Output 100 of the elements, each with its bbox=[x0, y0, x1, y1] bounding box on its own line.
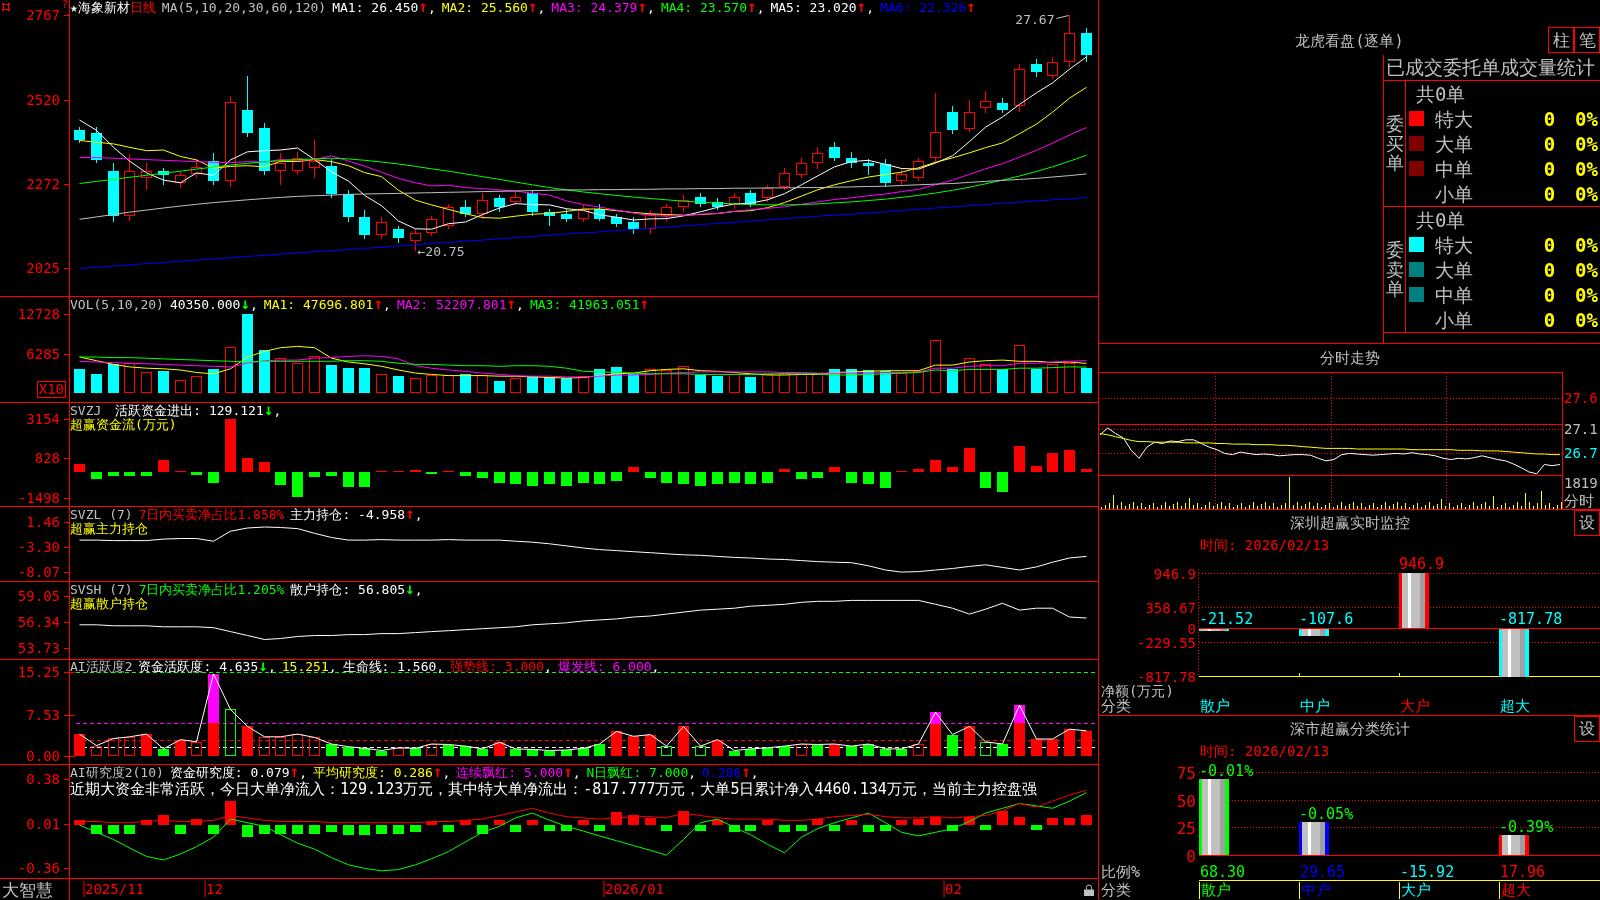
axis-label: 56.34 bbox=[17, 615, 60, 629]
stock-name: ★海象新材 bbox=[70, 1, 130, 15]
separator: , bbox=[651, 661, 660, 673]
candlestick bbox=[930, 92, 941, 164]
chart-mode-button[interactable]: 笔 bbox=[1574, 27, 1600, 53]
candlestick bbox=[74, 126, 85, 144]
candlestick bbox=[913, 157, 924, 182]
axis-title: 比例% bbox=[1100, 864, 1142, 880]
trend-arrow: ↑ bbox=[563, 765, 573, 779]
panel-title: 龙虎看盘(逐单) bbox=[1295, 33, 1404, 52]
axis-label: 358.67 bbox=[1145, 599, 1196, 616]
indicator-name: AI活跃度2 bbox=[70, 661, 133, 673]
axis-label: 2520 bbox=[26, 93, 60, 107]
legend-value: MA5: 23.020 bbox=[770, 1, 857, 15]
trend-arrow: ↑ bbox=[418, 0, 428, 14]
set-button[interactable]: 设 bbox=[1574, 716, 1600, 742]
axis-label: 7.53 bbox=[26, 708, 60, 722]
candlestick bbox=[124, 153, 135, 222]
indicator-name: SVSH (7) bbox=[70, 583, 133, 597]
brand-name: 大智慧 bbox=[2, 879, 53, 900]
candlestick bbox=[443, 203, 454, 230]
axis-label: 25 bbox=[1176, 818, 1196, 838]
candlestick bbox=[712, 197, 723, 211]
trend-arrow: ↑ bbox=[289, 765, 300, 779]
volume-scale-label: 1819 bbox=[1564, 476, 1599, 490]
category-label: 大户 bbox=[1399, 698, 1430, 715]
set-button[interactable]: 设 bbox=[1574, 510, 1600, 536]
value-label: 29.65 bbox=[1299, 864, 1346, 880]
candlestick bbox=[309, 139, 320, 179]
candlestick bbox=[91, 126, 102, 164]
axis-label: 0 bbox=[1187, 620, 1196, 637]
category-label: 超大 bbox=[1499, 881, 1531, 899]
axis-label: 828 bbox=[34, 451, 60, 465]
trend-arrow: ↓ bbox=[240, 297, 250, 311]
legend-value: 爆发线: 6.000 bbox=[557, 661, 652, 673]
legend-value: 7日内买卖净占比1.858% bbox=[138, 508, 285, 522]
leader-line bbox=[1056, 15, 1069, 19]
candlestick bbox=[947, 105, 958, 135]
group-label: 委买单 bbox=[1385, 113, 1404, 174]
candlestick bbox=[376, 216, 387, 240]
candlestick bbox=[812, 146, 823, 170]
candlestick bbox=[611, 213, 622, 228]
order-count: 0 bbox=[1543, 233, 1556, 256]
legend-value: 主力持仓: -4.958 bbox=[290, 508, 406, 522]
axis-label: 6285 bbox=[26, 347, 60, 361]
panel-title: 分时走势 bbox=[1319, 349, 1380, 367]
time-label: 时间: 2026/02/13 bbox=[1200, 743, 1330, 759]
axis-label: -817.78 bbox=[1137, 668, 1196, 684]
date-label: 12 bbox=[204, 881, 223, 897]
axis-label: 12728 bbox=[17, 307, 60, 321]
order-total: 共0单 bbox=[1416, 82, 1466, 105]
candlestick bbox=[544, 208, 555, 227]
change-label: -0.39% bbox=[1499, 818, 1554, 837]
separator: , bbox=[436, 661, 445, 673]
legend-value: MA1: 26.450 bbox=[332, 1, 419, 15]
candlestick bbox=[997, 97, 1008, 114]
legend-value: MA1: 47696.801 bbox=[263, 298, 374, 312]
candlestick bbox=[275, 152, 286, 186]
candlestick bbox=[661, 203, 672, 222]
legend-value: 0.286 bbox=[702, 766, 742, 780]
legend-value: MA2: 52207.801 bbox=[396, 298, 507, 312]
category-label: 散户 bbox=[1199, 881, 1231, 899]
lock-icon bbox=[1084, 883, 1094, 896]
volume-label: 分时 bbox=[1564, 493, 1595, 509]
separator: , bbox=[427, 1, 436, 15]
candlestick bbox=[426, 215, 437, 237]
separator: , bbox=[688, 766, 697, 780]
legend-value: MA6: 22.326 bbox=[880, 1, 967, 15]
axis-label: 26.7 bbox=[1564, 446, 1598, 460]
order-percent: 0% bbox=[1575, 182, 1598, 205]
legend-value: MA4: 23.570 bbox=[660, 1, 747, 15]
indicator-name: AI研究度2(10) bbox=[70, 766, 164, 780]
separator: , bbox=[756, 1, 765, 15]
order-percent: 0% bbox=[1575, 157, 1598, 180]
separator: , bbox=[866, 1, 874, 15]
candlestick bbox=[259, 122, 270, 176]
order-percent: 0% bbox=[1575, 132, 1598, 155]
chart-mode-button[interactable]: 柱 bbox=[1548, 27, 1574, 53]
order-count: 0 bbox=[1543, 107, 1556, 130]
order-count: 0 bbox=[1543, 308, 1556, 331]
trend-arrow: ↑ bbox=[639, 297, 650, 311]
legend-value: MA2: 25.560 bbox=[441, 1, 528, 15]
panel-title: 深圳超赢实时监控 bbox=[1289, 514, 1410, 532]
candlestick bbox=[460, 199, 471, 218]
legend-value: 连续飘红: 5.000 bbox=[456, 766, 564, 780]
help-mark[interactable]: ? bbox=[61, 0, 68, 10]
value-label: -21.52 bbox=[1199, 610, 1254, 629]
axis-title: 分类 bbox=[1100, 881, 1132, 899]
legend-value: MA3: 41963.051 bbox=[529, 298, 640, 312]
value-label: 946.9 bbox=[1399, 555, 1445, 573]
candlestick bbox=[561, 208, 572, 223]
order-total: 共0单 bbox=[1416, 208, 1466, 231]
date-label: 2026/01 bbox=[603, 881, 664, 897]
candlestick bbox=[158, 167, 169, 186]
candlestick bbox=[796, 157, 807, 179]
candlestick bbox=[678, 194, 689, 213]
legend-value: 资金研究度: 0.079 bbox=[169, 766, 290, 780]
separator: , bbox=[383, 298, 391, 312]
candlestick bbox=[628, 216, 639, 235]
indicator-name: SVZL (7) bbox=[70, 508, 133, 522]
